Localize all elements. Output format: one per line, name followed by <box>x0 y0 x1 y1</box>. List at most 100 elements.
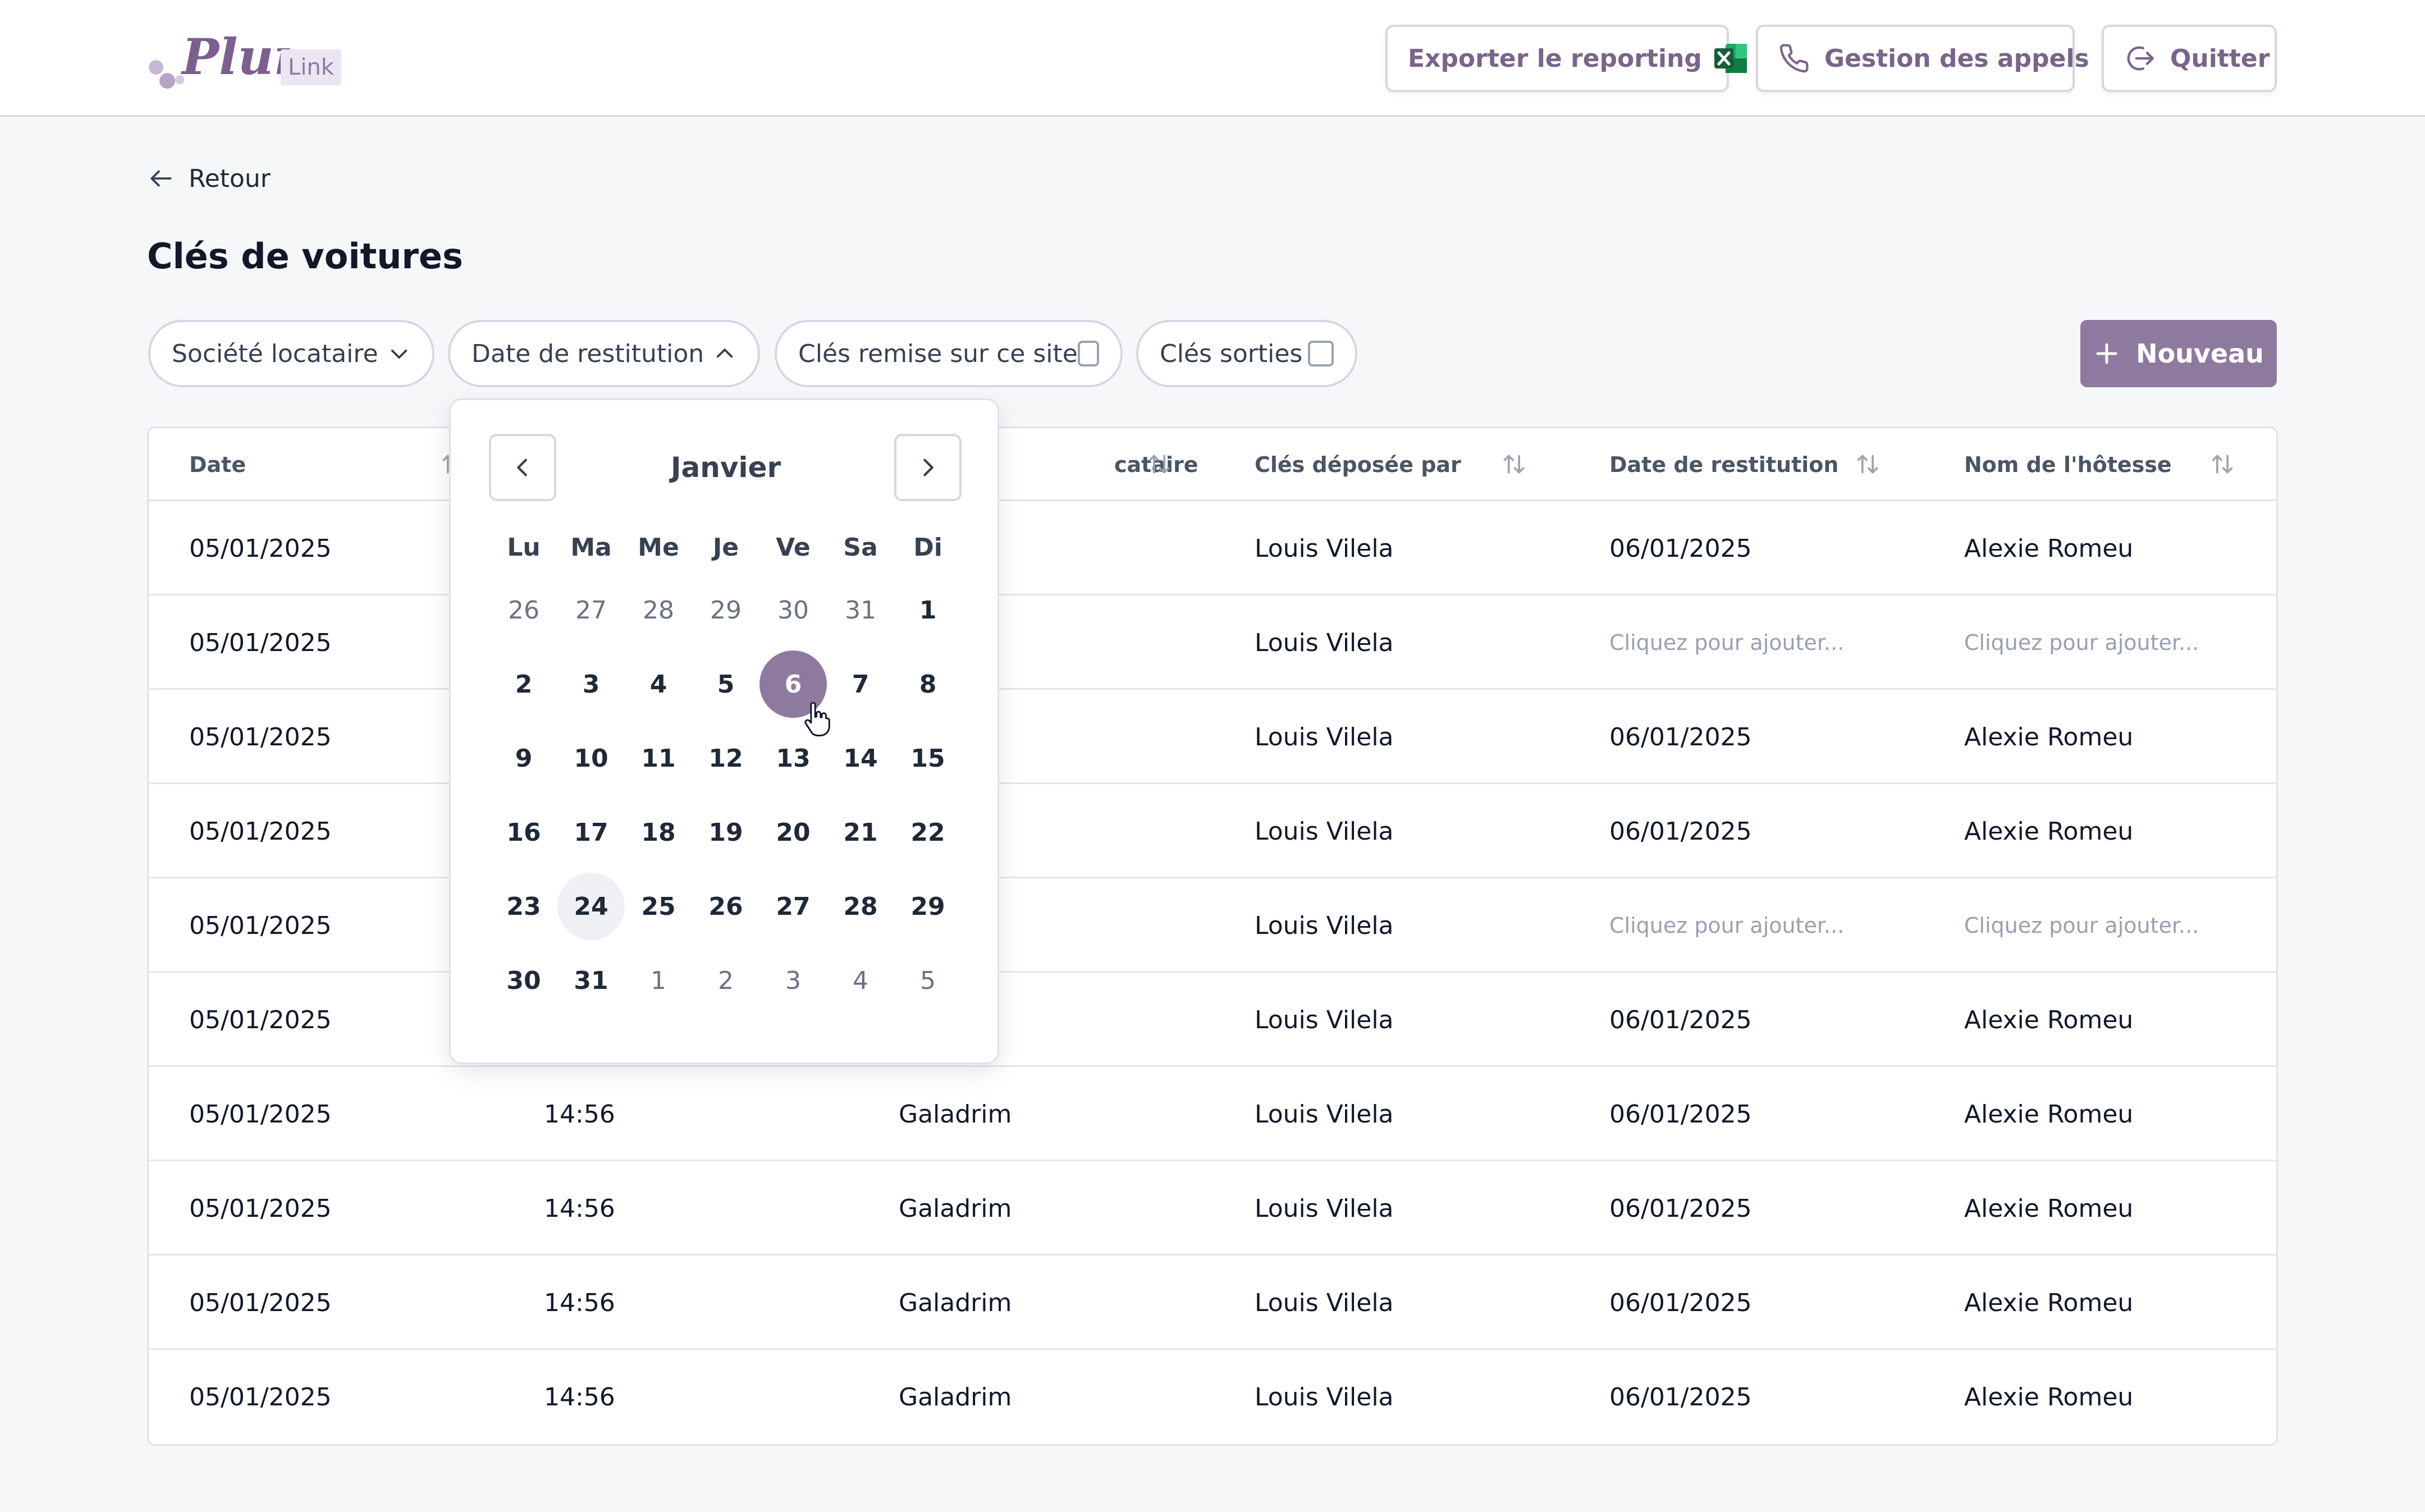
calendar-day[interactable]: 7 <box>827 650 894 718</box>
calendar-day[interactable]: 30 <box>490 947 557 1014</box>
calendar-day[interactable]: 9 <box>490 725 557 792</box>
weekday-label: Lu <box>507 533 541 562</box>
return-date-filter-dropdown[interactable]: Date de restitution <box>448 320 760 387</box>
calendar-day[interactable]: 18 <box>625 799 692 866</box>
calendar-day[interactable]: 4 <box>625 650 692 718</box>
cell-return-date[interactable]: 06/01/2025 <box>1609 501 1752 595</box>
cell-hostess[interactable]: Alexie Romeu <box>1964 1256 2133 1350</box>
sort-icon[interactable] <box>1147 452 1172 476</box>
calendar-day[interactable]: 2 <box>692 947 759 1014</box>
cell-return-date[interactable]: 06/01/2025 <box>1609 1067 1752 1161</box>
table-row[interactable]: 05/01/2025 14:56 Galadrim Louis Vilela 06/01… <box>149 1256 2276 1350</box>
quit-button[interactable]: Quitter <box>2102 25 2277 92</box>
calendar-day-today[interactable]: 24 <box>557 873 625 940</box>
back-label: Retour <box>189 164 271 193</box>
calendar-day[interactable]: 31 <box>827 576 894 644</box>
cell-return-date[interactable]: 06/01/2025 <box>1609 690 1752 784</box>
calendar-day[interactable]: 21 <box>827 799 894 866</box>
calendar-day[interactable]: 11 <box>625 725 692 792</box>
table-row[interactable]: 05/01/2025 14:56 Galadrim Louis Vilela 06/01… <box>149 1161 2276 1256</box>
column-header-deposited-by[interactable]: Clés déposée par <box>1255 428 1461 501</box>
cell-hostess[interactable]: Alexie Romeu <box>1964 1161 2133 1256</box>
calendar-day[interactable]: 26 <box>490 576 557 644</box>
calendar-day[interactable]: 12 <box>692 725 759 792</box>
table-row[interactable]: 05/01/2025 14:56 Galadrim Louis Vilela 06/01… <box>149 1067 2276 1161</box>
calendar-day[interactable]: 25 <box>625 873 692 940</box>
next-month-button[interactable] <box>894 434 962 501</box>
call-management-button[interactable]: Gestion des appels <box>1756 25 2089 92</box>
calendar-day[interactable]: 14 <box>827 725 894 792</box>
calendar-day[interactable]: 1 <box>894 576 962 644</box>
keys-on-site-checkbox[interactable] <box>1077 341 1099 366</box>
column-header-return-date[interactable]: Date de restitution <box>1609 428 1838 501</box>
table-row[interactable]: 05/01/2025 14:56 Galadrim Louis Vilela 06/01… <box>149 1350 2276 1444</box>
cell-hostess[interactable]: Cliquez pour ajouter... <box>1964 595 2199 690</box>
company-filter-dropdown[interactable]: Société locataire <box>148 320 434 387</box>
calendar-day[interactable]: 29 <box>692 576 759 644</box>
calendar-day[interactable]: 5 <box>692 650 759 718</box>
calendar-day[interactable]: 8 <box>894 650 962 718</box>
calendar-day[interactable]: 27 <box>557 576 625 644</box>
cell-hostess[interactable]: Alexie Romeu <box>1964 784 2133 878</box>
calendar-day[interactable]: 2 <box>490 650 557 718</box>
previous-month-button[interactable] <box>489 434 556 501</box>
calendar-day[interactable]: 3 <box>759 947 827 1014</box>
calendar-day[interactable]: 31 <box>557 947 625 1014</box>
cell-deposited-by: Louis Vilela <box>1255 1194 1394 1223</box>
cell-return-date[interactable]: Cliquez pour ajouter... <box>1609 878 1844 973</box>
quit-label: Quitter <box>2170 44 2270 73</box>
keys-on-site-filter[interactable]: Clés remise sur ce site <box>775 320 1123 387</box>
calendar-day[interactable]: 27 <box>759 873 827 940</box>
calendar-day[interactable]: 17 <box>557 799 625 866</box>
sort-icon[interactable] <box>2210 452 2235 476</box>
calendar-day[interactable]: 28 <box>625 576 692 644</box>
calendar-day[interactable]: 22 <box>894 799 962 866</box>
calendar-day[interactable]: 4 <box>827 947 894 1014</box>
calendar-day[interactable]: 29 <box>894 873 962 940</box>
cell-deposited-by: Louis Vilela <box>1255 1005 1394 1034</box>
calendar-day[interactable]: 1 <box>625 947 692 1014</box>
cell-hostess[interactable]: Alexie Romeu <box>1964 501 2133 595</box>
export-reporting-button[interactable]: Exporter le reporting <box>1385 25 1747 92</box>
cell-return-date[interactable]: Cliquez pour ajouter... <box>1609 595 1844 690</box>
cell-hostess[interactable]: Alexie Romeu <box>1964 1350 2133 1444</box>
back-link[interactable]: Retour <box>147 161 271 196</box>
cell-hostess[interactable]: Alexie Romeu <box>1964 1067 2133 1161</box>
app-logo[interactable]: Pluri' Link <box>147 22 349 95</box>
calendar-day[interactable]: 23 <box>490 873 557 940</box>
sort-icon[interactable] <box>1855 452 1880 476</box>
calendar-day[interactable]: 15 <box>894 725 962 792</box>
calendar-day[interactable]: 19 <box>692 799 759 866</box>
cell-return-date[interactable]: 06/01/2025 <box>1609 1161 1752 1256</box>
calendar-day[interactable]: 20 <box>759 799 827 866</box>
cell-deposited-by: Louis Vilela <box>1255 534 1394 563</box>
cell-return-date[interactable]: 06/01/2025 <box>1609 784 1752 878</box>
phone-icon <box>1779 44 1809 73</box>
cell-return-date[interactable]: 06/01/2025 <box>1609 1350 1752 1444</box>
cell-hostess[interactable]: Alexie Romeu <box>1964 690 2133 784</box>
cell-deposited-by: Louis Vilela <box>1255 1099 1394 1129</box>
calendar-day[interactable]: 16 <box>490 799 557 866</box>
keys-out-filter[interactable]: Clés sorties <box>1136 320 1357 387</box>
calendar-day[interactable]: 10 <box>557 725 625 792</box>
column-header-hostess-label: Nom de l'hôtesse <box>1964 452 2172 477</box>
chevron-up-icon <box>716 349 733 358</box>
cell-hostess[interactable]: Cliquez pour ajouter... <box>1964 878 2199 973</box>
cell-return-date[interactable]: 06/01/2025 <box>1609 973 1752 1067</box>
calendar-day[interactable]: 30 <box>759 576 827 644</box>
column-header-hostess[interactable]: Nom de l'hôtesse <box>1964 428 2172 501</box>
cell-time: 14:56 <box>544 1382 615 1412</box>
calendar-day[interactable]: 5 <box>894 947 962 1014</box>
cell-return-date[interactable]: 06/01/2025 <box>1609 1256 1752 1350</box>
keys-out-checkbox[interactable] <box>1308 341 1334 366</box>
sort-icon[interactable] <box>1502 452 1526 476</box>
cell-hostess[interactable]: Alexie Romeu <box>1964 973 2133 1067</box>
logo-badge: Link <box>281 49 341 85</box>
calendar-day[interactable]: 28 <box>827 873 894 940</box>
column-header-date[interactable]: Date <box>189 428 246 501</box>
calendar-day[interactable]: 3 <box>557 650 625 718</box>
new-button[interactable]: Nouveau <box>2080 320 2277 387</box>
calendar-day[interactable]: 26 <box>692 873 759 940</box>
chevron-down-icon <box>391 349 408 359</box>
weekday-label: Je <box>712 533 739 562</box>
